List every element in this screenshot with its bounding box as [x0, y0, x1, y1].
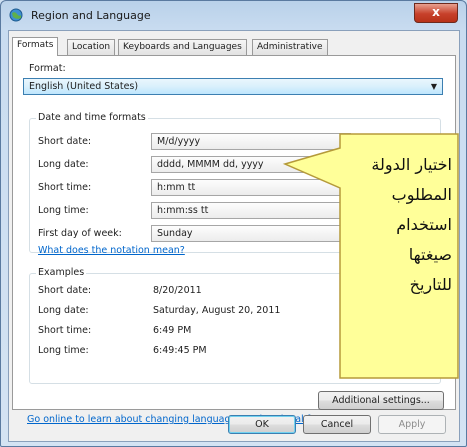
close-button[interactable]: x	[414, 3, 458, 23]
long-time-select[interactable]: h:mm:ss tt	[151, 202, 351, 219]
examples-title: Examples	[36, 267, 87, 278]
callout-line-1: اختيار الدولة	[371, 155, 452, 174]
additional-settings-button[interactable]: Additional settings...	[318, 391, 444, 410]
callout-line-2: المطلوب	[391, 185, 452, 204]
example-short-date-label: Short date:	[38, 285, 92, 296]
close-icon: x	[432, 5, 440, 19]
apply-button[interactable]: Apply	[378, 415, 446, 434]
first-day-of-week-value: Sunday	[157, 228, 193, 239]
example-short-time-value: 6:49 PM	[153, 325, 192, 336]
callout-line-3: استخدام	[396, 215, 452, 234]
example-long-date-label: Long date:	[38, 305, 89, 316]
date-time-formats-title: Date and time formats	[36, 112, 148, 123]
short-time-label: Short time:	[38, 182, 92, 193]
notation-help-link[interactable]: What does the notation mean?	[38, 245, 185, 256]
tab-administrative[interactable]: Administrative	[252, 39, 328, 55]
cancel-button[interactable]: Cancel	[303, 415, 371, 434]
callout-line-4: صيغتها	[408, 245, 452, 264]
example-long-time-value: 6:49:45 PM	[153, 345, 207, 356]
long-date-select[interactable]: dddd, MMMM dd, yyyy	[151, 156, 351, 173]
globe-icon	[9, 8, 25, 22]
short-time-select[interactable]: h:mm tt	[151, 179, 351, 196]
callout-line-5: للتاريخ	[409, 275, 452, 294]
example-long-date-value: Saturday, August 20, 2011	[153, 305, 281, 316]
example-long-time-label: Long time:	[38, 345, 89, 356]
callout-text: اختيار الدولة المطلوب استخدام صيغتها للت…	[340, 148, 454, 376]
long-time-value: h:mm:ss tt	[157, 205, 209, 216]
first-day-of-week-label: First day of week:	[38, 228, 122, 239]
title-bar[interactable]: Region and Language x	[1, 1, 466, 29]
long-date-label: Long date:	[38, 159, 89, 170]
format-label: Format:	[29, 63, 66, 74]
dropdown-arrow-icon: ▼	[430, 82, 437, 91]
example-short-time-label: Short time:	[38, 325, 92, 336]
ok-button[interactable]: OK	[228, 415, 296, 434]
window-title: Region and Language	[31, 9, 151, 22]
long-time-label: Long time:	[38, 205, 89, 216]
short-time-value: h:mm tt	[157, 182, 196, 193]
tab-location[interactable]: Location	[67, 39, 116, 55]
short-date-select[interactable]: M/d/yyyy	[151, 133, 351, 150]
tab-keyboards-and-languages[interactable]: Keyboards and Languages	[118, 39, 247, 55]
short-date-label: Short date:	[38, 136, 92, 147]
example-short-date-value: 8/20/2011	[153, 285, 202, 296]
long-date-value: dddd, MMMM dd, yyyy	[157, 159, 264, 170]
short-date-value: M/d/yyyy	[157, 136, 201, 147]
first-day-of-week-select[interactable]: Sunday	[151, 225, 351, 242]
format-value: English (United States)	[29, 81, 139, 92]
tab-formats[interactable]: Formats	[12, 37, 59, 56]
format-select[interactable]: English (United States) ▼	[23, 78, 443, 95]
